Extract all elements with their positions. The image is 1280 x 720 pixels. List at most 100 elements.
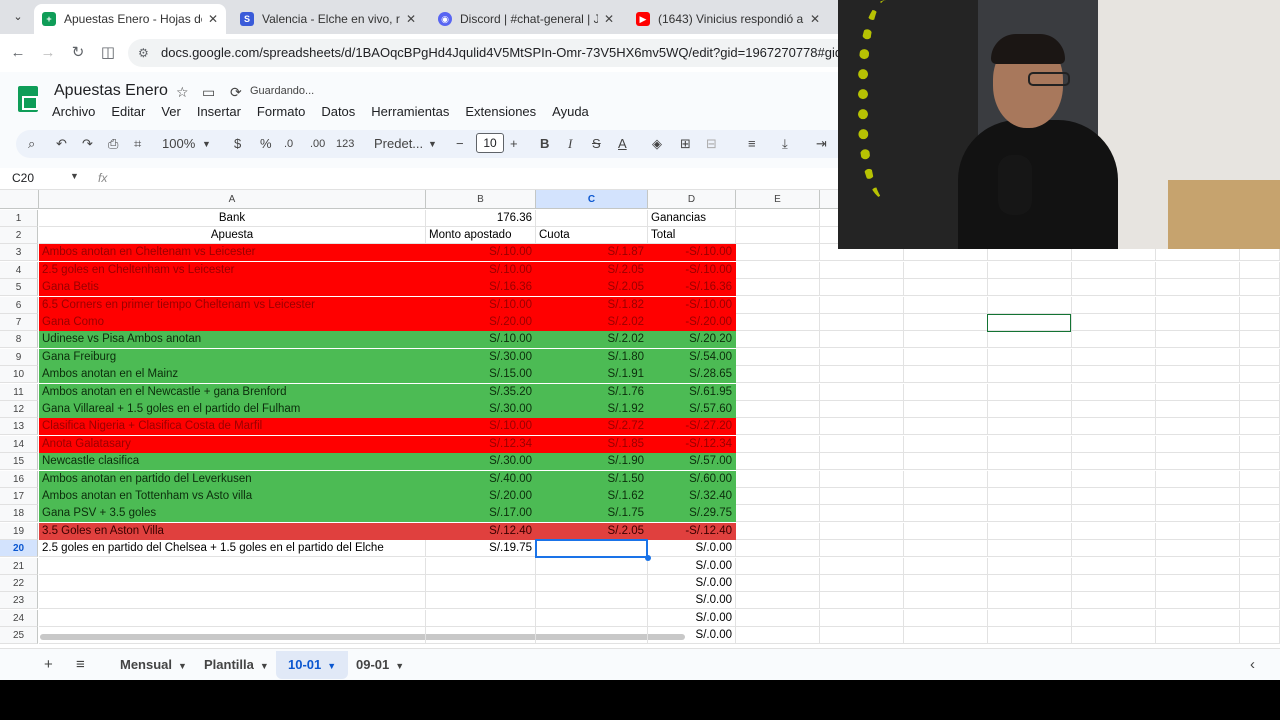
- cell-b23[interactable]: [426, 592, 536, 610]
- empty-cell[interactable]: [1240, 487, 1280, 505]
- cell-b20[interactable]: S/.19.75: [426, 540, 536, 558]
- cell-c11[interactable]: S/.1.76: [536, 383, 648, 401]
- forward-arrow-icon[interactable]: →: [38, 43, 58, 63]
- collapse-side-panel-icon[interactable]: ‹: [1250, 656, 1255, 673]
- empty-cell[interactable]: [988, 574, 1072, 592]
- cell-a14[interactable]: Anota Galatasary: [39, 435, 426, 453]
- cell-c25[interactable]: [536, 627, 648, 645]
- cell-b16[interactable]: S/.40.00: [426, 470, 536, 488]
- empty-cell[interactable]: [1072, 505, 1156, 523]
- cell-a24[interactable]: [39, 609, 426, 627]
- close-icon[interactable]: ✕: [810, 12, 820, 26]
- row-header[interactable]: 22: [0, 574, 38, 592]
- row-header[interactable]: 4: [0, 261, 38, 279]
- empty-cell[interactable]: [904, 331, 988, 349]
- empty-cell[interactable]: [1072, 470, 1156, 488]
- empty-cell[interactable]: [820, 313, 904, 331]
- menu-ayuda[interactable]: Ayuda: [544, 102, 597, 121]
- currency-button[interactable]: $: [234, 135, 241, 153]
- chevron-down-icon[interactable]: ▼: [395, 661, 404, 671]
- empty-cell[interactable]: [820, 383, 904, 401]
- cell-d8[interactable]: S/.20.20: [648, 331, 736, 349]
- cell-c12[interactable]: S/.1.92: [536, 400, 648, 418]
- empty-cell[interactable]: [1156, 435, 1240, 453]
- empty-cell[interactable]: [1072, 418, 1156, 436]
- row-header[interactable]: 25: [0, 627, 38, 645]
- row-header[interactable]: 16: [0, 470, 38, 488]
- empty-cell[interactable]: [1240, 383, 1280, 401]
- bold-icon[interactable]: B: [540, 135, 549, 153]
- empty-cell[interactable]: [904, 296, 988, 314]
- sheets-logo-icon[interactable]: [18, 86, 38, 112]
- cell-c17[interactable]: S/.1.62: [536, 487, 648, 505]
- empty-cell[interactable]: [1156, 592, 1240, 610]
- cell-a2[interactable]: Apuesta: [39, 226, 426, 244]
- empty-cell[interactable]: [1072, 627, 1156, 645]
- cell-a9[interactable]: Gana Freiburg: [39, 348, 426, 366]
- menu-datos[interactable]: Datos: [313, 102, 363, 121]
- cell-c24[interactable]: [536, 609, 648, 627]
- empty-cell[interactable]: [1156, 557, 1240, 575]
- empty-cell[interactable]: [1240, 418, 1280, 436]
- decrease-font-size-icon[interactable]: −: [456, 135, 464, 153]
- empty-cell[interactable]: [1072, 400, 1156, 418]
- empty-cell[interactable]: [736, 209, 820, 227]
- cell-d19[interactable]: -S/.12.40: [648, 522, 736, 540]
- empty-cell[interactable]: [988, 400, 1072, 418]
- browser-tab-youtube[interactable]: ▶ (1643) Vinicius respondió a Sim ✕: [628, 4, 828, 34]
- empty-cell[interactable]: [1240, 609, 1280, 627]
- empty-cell[interactable]: [736, 435, 820, 453]
- vertical-align-icon[interactable]: ⤓: [782, 135, 788, 153]
- cell-d22[interactable]: S/.0.00: [648, 574, 736, 592]
- cell-c23[interactable]: [536, 592, 648, 610]
- fill-color-icon[interactable]: ◈: [652, 135, 662, 153]
- empty-cell[interactable]: [988, 627, 1072, 645]
- empty-cell[interactable]: [988, 348, 1072, 366]
- percent-button[interactable]: %: [260, 135, 272, 153]
- cell-d18[interactable]: S/.29.75: [648, 505, 736, 523]
- empty-cell[interactable]: [1240, 540, 1280, 558]
- empty-cell[interactable]: [736, 261, 820, 279]
- empty-cell[interactable]: [1240, 453, 1280, 471]
- cell-a11[interactable]: Ambos anotan en el Newcastle + gana Bren…: [39, 383, 426, 401]
- empty-cell[interactable]: [988, 435, 1072, 453]
- cell-b4[interactable]: S/.10.00: [426, 261, 536, 279]
- cell-a10[interactable]: Ambos anotan en el Mainz: [39, 366, 426, 384]
- reload-icon[interactable]: ↻: [68, 43, 88, 63]
- empty-cell[interactable]: [988, 505, 1072, 523]
- cell-d9[interactable]: S/.54.00: [648, 348, 736, 366]
- cell-b5[interactable]: S/.16.36: [426, 279, 536, 297]
- increase-decimal-button[interactable]: .00: [310, 135, 325, 153]
- cell-a18[interactable]: Gana PSV + 3.5 goles: [39, 505, 426, 523]
- cell-b14[interactable]: S/.12.34: [426, 435, 536, 453]
- empty-cell[interactable]: [904, 313, 988, 331]
- row-header[interactable]: 19: [0, 522, 38, 540]
- cell-d25[interactable]: S/.0.00: [648, 627, 736, 645]
- empty-cell[interactable]: [1156, 348, 1240, 366]
- cell-a19[interactable]: 3.5 Goles en Aston Villa: [39, 522, 426, 540]
- cell-d13[interactable]: -S/.27.20: [648, 418, 736, 436]
- empty-cell[interactable]: [820, 470, 904, 488]
- empty-cell[interactable]: [1240, 331, 1280, 349]
- empty-cell[interactable]: [988, 418, 1072, 436]
- empty-cell[interactable]: [736, 226, 820, 244]
- chevron-down-icon[interactable]: ▼: [178, 661, 187, 671]
- zoom-select[interactable]: 100%: [162, 135, 195, 153]
- cell-d11[interactable]: S/.61.95: [648, 383, 736, 401]
- cell-b18[interactable]: S/.17.00: [426, 505, 536, 523]
- font-select[interactable]: Predet...: [374, 135, 423, 153]
- row-header[interactable]: 21: [0, 557, 38, 575]
- empty-cell[interactable]: [1156, 627, 1240, 645]
- menu-extensiones[interactable]: Extensiones: [457, 102, 544, 121]
- empty-cell[interactable]: [736, 366, 820, 384]
- empty-cell[interactable]: [1240, 279, 1280, 297]
- row-header[interactable]: 3: [0, 244, 38, 262]
- cell-d6[interactable]: -S/.10.00: [648, 296, 736, 314]
- empty-cell[interactable]: [904, 592, 988, 610]
- row-header[interactable]: 24: [0, 609, 38, 627]
- cell-d15[interactable]: S/.57.00: [648, 453, 736, 471]
- empty-cell[interactable]: [904, 279, 988, 297]
- undo-icon[interactable]: ↶: [56, 135, 67, 153]
- empty-cell[interactable]: [736, 331, 820, 349]
- cell-c16[interactable]: S/.1.50: [536, 470, 648, 488]
